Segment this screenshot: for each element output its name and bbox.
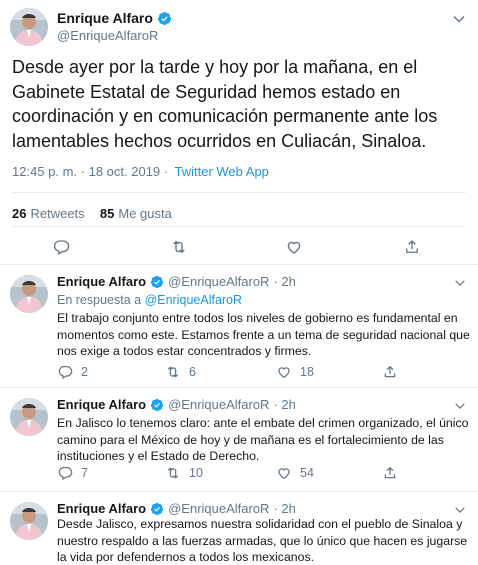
author-name-text: Enrique Alfaro (57, 10, 153, 26)
avatar[interactable] (10, 275, 48, 313)
divider (12, 192, 466, 193)
reply-header: Enrique Alfaro @EnriqueAlfaroR · 2h (57, 501, 296, 516)
avatar[interactable] (10, 8, 48, 46)
reply-tweet[interactable]: Enrique Alfaro @EnriqueAlfaroR · 2h En r… (0, 265, 478, 388)
like-action[interactable]: 54 (276, 465, 314, 481)
likes-label: Me gusta (118, 206, 172, 221)
author-name[interactable]: Enrique Alfaro (57, 10, 172, 26)
reply-count: 2 (81, 365, 88, 379)
in-reply-handle-link[interactable]: @EnriqueAlfaroR (145, 293, 242, 307)
in-reply-to: En respuesta a @EnriqueAlfaroR (57, 293, 242, 307)
reply-count: 7 (81, 466, 88, 480)
like-count: 18 (300, 365, 314, 379)
tweet-age[interactable]: · 2h (273, 274, 295, 289)
like-icon (278, 468, 290, 480)
tweet-text: Desde ayer por la tarde y hoy por la mañ… (12, 57, 438, 151)
retweet-action[interactable]: 10 (165, 465, 203, 481)
share-icon (384, 466, 396, 479)
tweet-actions (0, 232, 478, 256)
tweet-age[interactable]: · 2h (273, 397, 295, 412)
retweets-stat[interactable]: 26 Retweets (12, 206, 85, 221)
reply-action[interactable]: 7 (57, 465, 88, 481)
tweet-meta: 12:45 p. m. · 18 oct. 2019 · Twitter Web… (12, 164, 272, 179)
avatar[interactable] (10, 398, 48, 436)
author-name[interactable]: Enrique Alfaro (57, 274, 146, 289)
reply-icon (58, 467, 73, 481)
share-icon (384, 365, 396, 378)
reply-header: Enrique Alfaro @EnriqueAlfaroR · 2h (57, 274, 296, 289)
chevron-down-icon[interactable] (454, 400, 466, 412)
like-count: 54 (300, 466, 314, 480)
in-reply-label: En respuesta a (57, 293, 142, 307)
likes-count: 85 (99, 206, 115, 221)
author-handle[interactable]: @EnriqueAlfaroR (168, 274, 269, 289)
reply-tweet[interactable]: Enrique Alfaro @EnriqueAlfaroR · 2h Desd… (0, 492, 478, 565)
reply-icon (58, 366, 73, 380)
chevron-down-icon[interactable] (454, 504, 466, 516)
likes-stat[interactable]: 85 Me gusta (100, 206, 172, 221)
author-handle[interactable]: @EnriqueAlfaroR (168, 397, 269, 412)
reply-header: Enrique Alfaro @EnriqueAlfaroR · 2h (57, 397, 296, 412)
reply-icon[interactable] (52, 238, 70, 256)
share-action[interactable] (382, 364, 406, 380)
retweet-action[interactable]: 6 (165, 364, 196, 380)
author-name[interactable]: Enrique Alfaro (57, 501, 146, 516)
tweet-timestamp[interactable]: 12:45 p. m. · 18 oct. 2019 · (12, 164, 168, 179)
tweet-stats: 26 Retweets 85 Me gusta (12, 206, 172, 221)
share-icon[interactable] (403, 238, 421, 256)
verified-badge-icon (150, 275, 164, 288)
tweet-source-link[interactable]: Twitter Web App (174, 164, 268, 179)
retweet-icon (167, 467, 179, 479)
verified-badge-icon (150, 398, 164, 411)
chevron-down-icon[interactable] (452, 12, 466, 26)
reply-text: Desde Jalisco, expresamos nuestra solida… (57, 517, 468, 564)
retweets-count: 26 (12, 206, 27, 221)
retweet-icon[interactable] (170, 238, 188, 256)
like-icon[interactable] (285, 238, 303, 256)
main-tweet: Enrique Alfaro @EnriqueAlfaroR Desde aye… (0, 0, 478, 265)
chevron-down-icon[interactable] (454, 277, 466, 289)
share-action[interactable] (382, 465, 406, 481)
author-name[interactable]: Enrique Alfaro (57, 397, 146, 412)
verified-badge-icon (150, 502, 164, 515)
author-handle[interactable]: @EnriqueAlfaroR (168, 501, 269, 516)
reply-text: El trabajo conjunto entre todos los nive… (57, 311, 470, 358)
retweets-label: Retweets (30, 206, 85, 221)
author-handle[interactable]: @EnriqueAlfaroR (57, 28, 158, 43)
reply-action[interactable]: 2 (57, 364, 88, 380)
reply-actions: 2 6 18 (57, 364, 467, 382)
divider (12, 226, 466, 227)
retweet-count: 10 (189, 466, 203, 480)
verified-badge-icon (157, 11, 171, 25)
reply-actions: 7 10 54 (57, 465, 467, 483)
tweet-age[interactable]: · 2h (273, 501, 295, 516)
avatar[interactable] (10, 502, 48, 540)
like-action[interactable]: 18 (276, 364, 314, 380)
reply-tweet[interactable]: Enrique Alfaro @EnriqueAlfaroR · 2h En J… (0, 388, 478, 492)
retweet-count: 6 (189, 365, 196, 379)
retweet-icon (167, 366, 179, 378)
like-icon (278, 367, 290, 379)
reply-text: En Jalisco lo tenemos claro: ante el emb… (57, 416, 469, 463)
